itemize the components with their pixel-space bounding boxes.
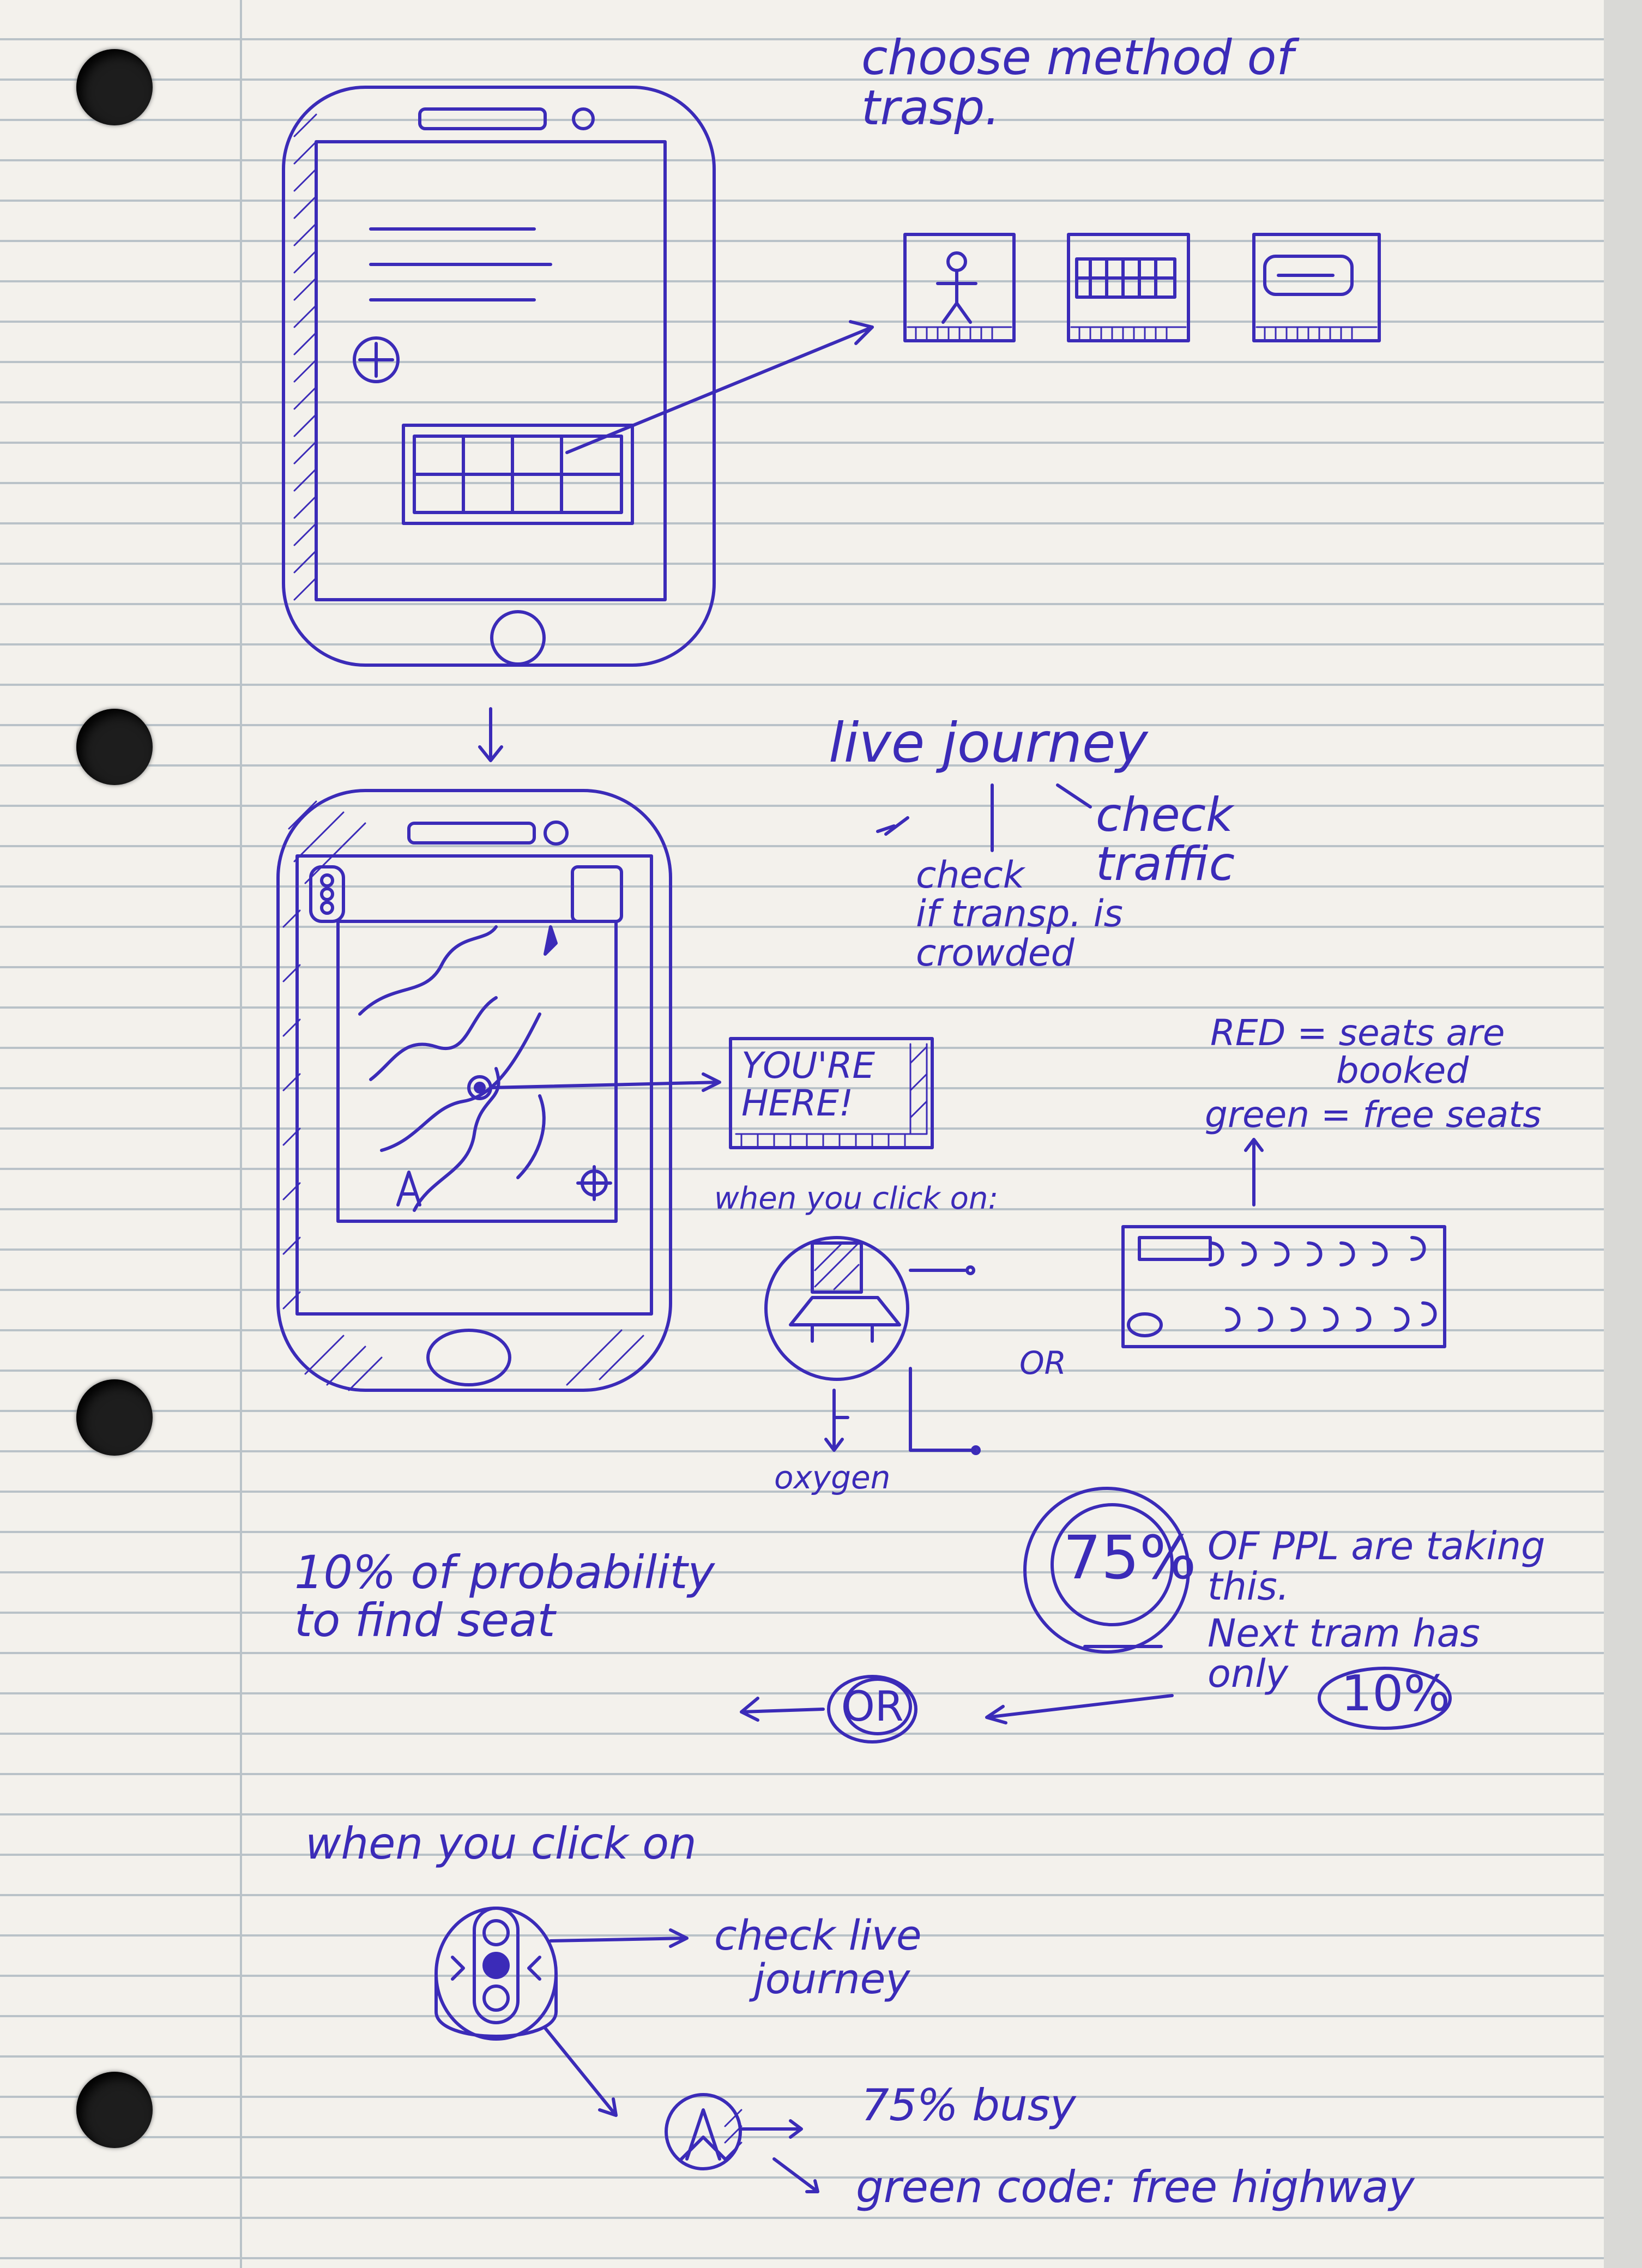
- note-red-legend: RED = seats are booked: [1210, 1012, 1505, 1092]
- highway-icon: [665, 2093, 742, 2170]
- note-ppl-taking: OF PPL are taking this.: [1208, 1524, 1546, 1609]
- bus-icon: [1067, 233, 1190, 342]
- tram-icon: [1252, 233, 1381, 342]
- note-oxygen: oxygen: [774, 1459, 891, 1496]
- note-or-1: OR: [1019, 1344, 1066, 1382]
- notebook-page: choose method of trasp. live journey che…: [0, 0, 1642, 2268]
- note-when-click-on-1: when you click on:: [714, 1181, 999, 1216]
- note-check-crowded: check if transp. is crowded: [916, 854, 1123, 975]
- phone-sketch-2: [276, 789, 672, 1392]
- note-10-percent: 10%: [1341, 1665, 1451, 1722]
- note-green-code: green code: free highway: [856, 2162, 1415, 2212]
- note-check-live-journey: check live journey: [714, 1911, 922, 2003]
- walk-icon: [903, 233, 1016, 342]
- note-or-2: OR: [842, 1682, 904, 1730]
- seat-icon: [571, 865, 623, 923]
- note-probability: 10% of probability to find seat: [294, 1546, 715, 1648]
- transport-options: [903, 233, 1381, 342]
- note-live-journey: live journey: [829, 711, 1148, 775]
- note-busy: 75% busy: [861, 2080, 1076, 2131]
- note-youre-here: YOU'RE HERE!: [741, 1045, 876, 1125]
- note-when-click-on-2: when you click on: [305, 1818, 697, 1869]
- note-green-legend: green = free seats: [1205, 1094, 1542, 1136]
- note-75-percent: 75%: [1063, 1523, 1197, 1593]
- note-choose-method: choose method of trasp.: [861, 29, 1294, 136]
- phone-sketch-1: [282, 86, 874, 762]
